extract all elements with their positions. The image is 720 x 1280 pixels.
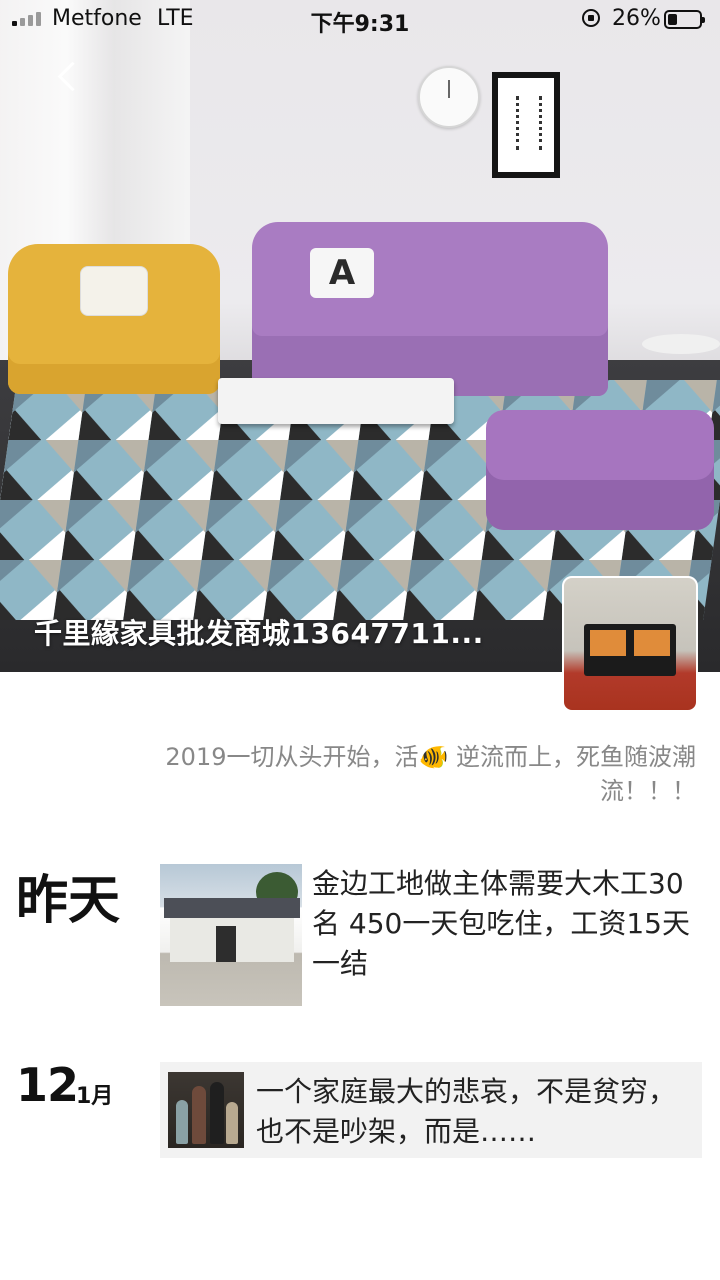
orientation-lock-icon — [582, 9, 600, 27]
moment-post-shared-link[interactable]: 一个家庭最大的悲哀，不是贫穷，也不是吵架，而是…… — [160, 1062, 702, 1158]
post-image — [168, 1072, 244, 1148]
status-bar: Metfone LTE 下午9:31 26% — [0, 0, 720, 40]
wall-frame-decor — [492, 72, 560, 178]
cover-photo[interactable]: A — [0, 0, 720, 672]
profile-name[interactable]: 千里緣家具批发商城13647711... — [34, 612, 484, 652]
profile-signature: 2019一切从头开始，活🐠 逆流而上，死鱼随波潮流！！！ — [165, 743, 696, 805]
post-date-month: 1月 — [76, 1084, 114, 1109]
armchair-decor — [8, 244, 220, 394]
coffee-table-decor — [218, 378, 454, 424]
post-image[interactable] — [160, 864, 302, 1006]
post-date-label: 昨天 — [16, 871, 121, 931]
post-text: 一个家庭最大的悲哀，不是贫穷，也不是吵架，而是…… — [256, 1075, 677, 1148]
moment-post[interactable]: 金边工地做主体需要大木工30名 450一天包吃住，工资15天一结 — [160, 864, 700, 1010]
battery-percent: 26% — [612, 6, 661, 31]
avatar[interactable] — [562, 576, 698, 712]
ottoman-decor — [486, 410, 714, 530]
sofa-decor: A — [252, 222, 608, 396]
battery-icon — [664, 10, 705, 29]
wall-clock-decor — [418, 66, 480, 128]
post-date-day: 12 — [16, 1058, 79, 1112]
side-table-decor — [642, 334, 720, 354]
post-text: 金边工地做主体需要大木工30名 450一天包吃住，工资15天一结 — [312, 867, 690, 980]
